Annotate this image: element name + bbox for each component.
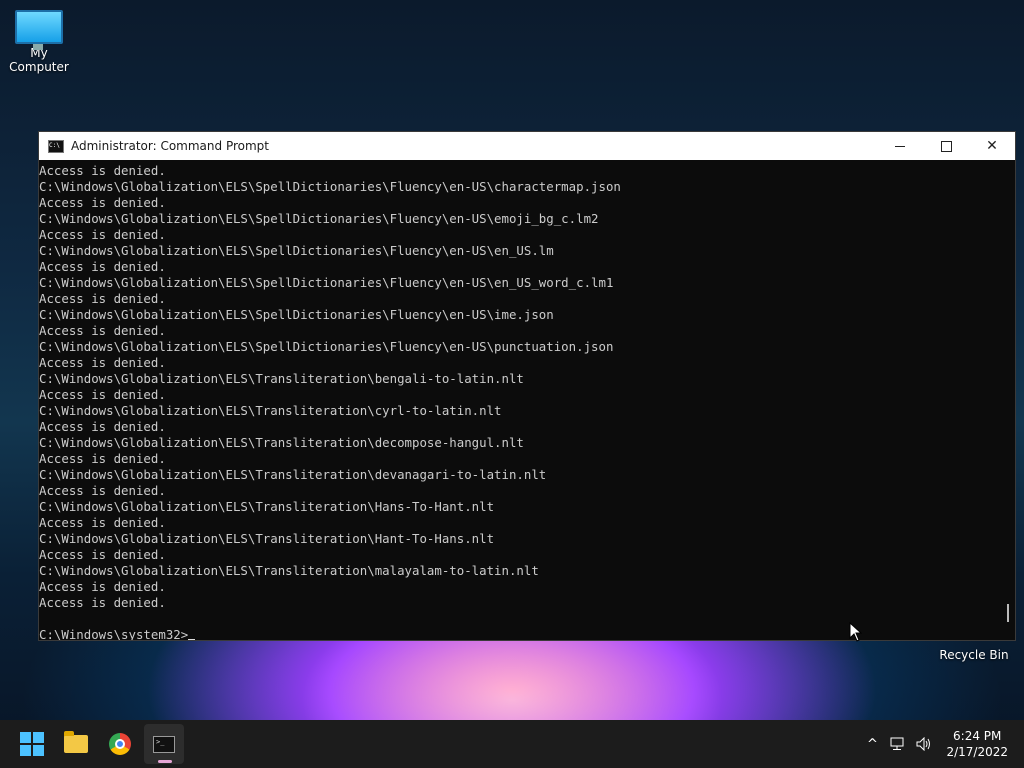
my-computer-label: My Computer (9, 46, 69, 74)
chrome-icon (109, 733, 131, 755)
minimize-button[interactable] (877, 132, 923, 160)
console-output[interactable]: Access is denied. C:\Windows\Globalizatio… (39, 161, 999, 640)
chrome-button[interactable] (100, 724, 140, 764)
console-line: Access is denied. (39, 419, 166, 434)
console-line: Access is denied. (39, 483, 166, 498)
console-line: Access is denied. (39, 387, 166, 402)
console-line: C:\Windows\Globalization\ELS\SpellDictio… (39, 307, 554, 322)
close-icon: ✕ (986, 138, 998, 154)
vertical-scrollbar[interactable] (999, 161, 1015, 640)
file-explorer-button[interactable] (56, 724, 96, 764)
console-line: C:\Windows\Globalization\ELS\SpellDictio… (39, 275, 614, 290)
network-icon[interactable] (886, 732, 910, 756)
window-titlebar[interactable]: C:\ Administrator: Command Prompt ✕ (39, 132, 1015, 160)
recycle-bin-desktop-icon[interactable]: Recycle Bin (936, 646, 1012, 662)
console-line: Access is denied. (39, 163, 166, 178)
console-line: Access is denied. (39, 515, 166, 530)
command-prompt-taskbar-button[interactable]: >_ (144, 724, 184, 764)
close-button[interactable]: ✕ (969, 132, 1015, 160)
maximize-button[interactable] (923, 132, 969, 160)
start-button[interactable] (12, 724, 52, 764)
my-computer-desktop-icon[interactable]: My Computer (1, 10, 77, 74)
console-line: Access is denied. (39, 579, 166, 594)
maximize-icon (940, 140, 952, 152)
console-line: C:\Windows\Globalization\ELS\SpellDictio… (39, 211, 599, 226)
console-line: Access is denied. (39, 323, 166, 338)
mouse-pointer-icon (849, 622, 863, 642)
console-line: Access is denied. (39, 291, 166, 306)
system-tray: ^ 6:24 PM 2/17/2022 (858, 720, 1024, 768)
minimize-icon (895, 145, 905, 147)
active-indicator (158, 760, 172, 763)
clock[interactable]: 6:24 PM 2/17/2022 (946, 728, 1008, 760)
console-line: C:\Windows\Globalization\ELS\Translitera… (39, 499, 495, 514)
monitor-icon (15, 10, 63, 50)
scrollbar-thumb[interactable] (1007, 604, 1009, 622)
console-line: Access is denied. (39, 227, 166, 242)
cmd-icon: C:\ (48, 139, 64, 153)
terminal-icon: >_ (153, 735, 175, 753)
console-line: Access is denied. (39, 547, 166, 562)
text-cursor (188, 639, 196, 640)
folder-icon (64, 731, 88, 753)
console-line: Access is denied. (39, 355, 166, 370)
console-line: C:\Windows\Globalization\ELS\SpellDictio… (39, 243, 554, 258)
taskbar: >_ ^ 6:24 PM 2/17/2022 (0, 720, 1024, 768)
console-line: C:\Windows\Globalization\ELS\Translitera… (39, 467, 547, 482)
clock-time: 6:24 PM (953, 729, 1002, 743)
console-line: C:\Windows\Globalization\ELS\Translitera… (39, 531, 495, 546)
windows-logo-icon (20, 732, 44, 756)
clock-date: 2/17/2022 (946, 745, 1008, 759)
command-prompt-window[interactable]: C:\ Administrator: Command Prompt ✕ Acce… (38, 131, 1016, 641)
console-line: C:\Windows\Globalization\ELS\Translitera… (39, 403, 502, 418)
console-line: Access is denied. (39, 259, 166, 274)
console-line: Access is denied. (39, 451, 166, 466)
recycle-bin-label: Recycle Bin (939, 648, 1009, 662)
console-line: Access is denied. (39, 195, 166, 210)
console-line: C:\Windows\Globalization\ELS\SpellDictio… (39, 179, 621, 194)
console-line: C:\Windows\Globalization\ELS\Translitera… (39, 371, 524, 386)
show-hidden-icons-chevron-icon[interactable]: ^ (860, 732, 884, 756)
console-line: C:\Windows\Globalization\ELS\Translitera… (39, 563, 539, 578)
console-line: C:\Windows\Globalization\ELS\SpellDictio… (39, 339, 614, 354)
window-title: Administrator: Command Prompt (71, 139, 269, 153)
console-line: C:\Windows\Globalization\ELS\Translitera… (39, 435, 524, 450)
volume-icon[interactable] (912, 732, 936, 756)
console-line: Access is denied. (39, 595, 166, 610)
